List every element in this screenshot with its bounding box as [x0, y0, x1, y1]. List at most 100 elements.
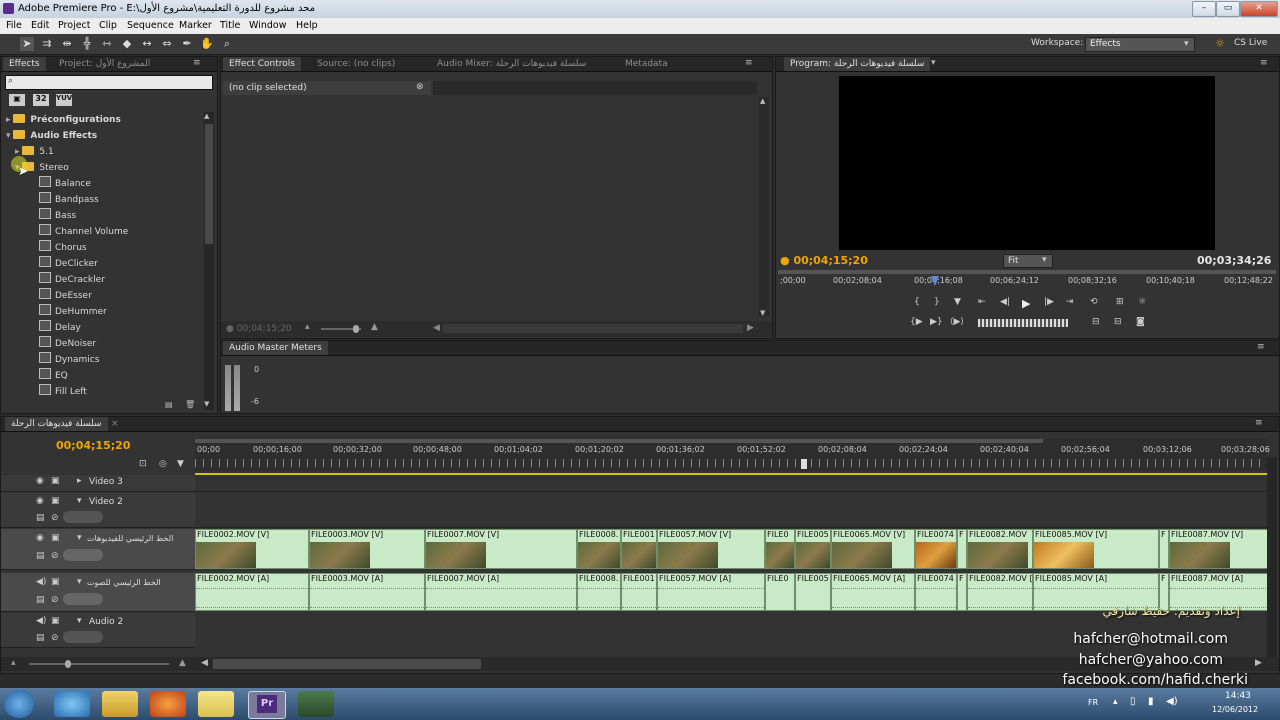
menu-clip[interactable]: Clip — [99, 20, 117, 31]
tree-item-effect[interactable]: Chorus — [39, 240, 87, 256]
tree-item-effect[interactable]: Balance — [39, 176, 91, 192]
set-marker-icon[interactable]: ◎ — [159, 459, 167, 469]
speaker-icon[interactable]: ◀) — [36, 616, 46, 626]
keyframe-icon[interactable]: ⊘ — [51, 513, 59, 523]
eye-icon[interactable]: ◉ — [36, 476, 44, 486]
audio-clip[interactable]: FILE0007.MOV [A] — [425, 573, 577, 611]
snap-icon[interactable]: ⊡ — [139, 459, 147, 469]
tab-project[interactable]: Project: المشروع الأول — [53, 57, 156, 71]
video-clip[interactable]: FILE0065.MOV [V] — [831, 529, 915, 569]
battery-icon[interactable]: ▯ — [1130, 696, 1136, 707]
add-marker-icon[interactable]: ▼ — [954, 297, 961, 307]
goto-out-icon[interactable]: ⇥ — [1066, 297, 1074, 307]
tree-item-effect[interactable]: DeNoiser — [39, 336, 96, 352]
tree-item-effect[interactable]: DeClicker — [39, 256, 98, 272]
effect-h-scrollbar[interactable] — [443, 324, 743, 333]
internet-explorer-icon[interactable] — [54, 691, 90, 717]
tab-metadata[interactable]: Metadata — [619, 57, 674, 71]
delete-icon[interactable]: 🗑 — [185, 400, 195, 409]
scroll-left-icon[interactable]: ◀ — [201, 658, 208, 668]
track-area-video2[interactable] — [195, 493, 1267, 528]
tree-item-presets[interactable]: ▸ Préconfigurations — [6, 112, 121, 128]
selection-tool-icon[interactable]: ➤ — [20, 37, 34, 51]
scroll-right-icon[interactable]: ▶ — [747, 323, 754, 333]
jog-shuttle[interactable] — [978, 319, 1068, 327]
menu-marker[interactable]: Marker — [179, 20, 212, 31]
output-icon[interactable]: ☼ — [1138, 297, 1146, 307]
fit-select[interactable]: Fit ▾ — [1003, 254, 1053, 268]
timeline-h-scroll-thumb[interactable] — [213, 659, 481, 669]
effect-controls-scrollbar[interactable]: ▲ ▼ — [759, 97, 769, 317]
sticky-notes-icon[interactable] — [198, 691, 234, 717]
timeline-v-scrollbar[interactable] — [1267, 457, 1277, 657]
program-time-ruler[interactable]: ;00;00 00;02;08;04 00;04;16;08 00;06;24;… — [778, 276, 1276, 292]
panel-menu-icon[interactable]: ≡ — [1255, 418, 1263, 428]
menu-help[interactable]: Help — [296, 20, 318, 31]
rolling-edit-tool-icon[interactable]: ╬ — [80, 37, 94, 51]
menu-project[interactable]: Project — [58, 20, 91, 31]
recorder-icon[interactable] — [298, 691, 334, 717]
menu-window[interactable]: Window — [249, 20, 286, 31]
tree-item-effect[interactable]: EQ — [39, 368, 68, 384]
zoom-slider[interactable] — [321, 325, 361, 333]
video-clip[interactable]: FILE0085.MOV [V] — [1033, 529, 1159, 569]
program-zoom-bar[interactable] — [778, 270, 1276, 274]
timeline-ruler[interactable]: 00;00 00;00;16;00 00;00;32;00 00;00;48;0… — [195, 439, 1270, 471]
play-icon[interactable]: ▶ — [1022, 297, 1030, 310]
work-area-bar[interactable] — [195, 439, 1043, 443]
tree-item-effect[interactable]: Delay — [39, 320, 81, 336]
zoom-slider-thumb[interactable] — [353, 325, 359, 333]
play-in-to-out-icon[interactable]: {▶ — [910, 317, 923, 327]
network-icon[interactable]: ▮ — [1148, 696, 1154, 707]
video-clip[interactable]: FILE0008. — [577, 529, 621, 569]
tab-program[interactable]: Program: سلسلة فيديوهات الرحلة — [784, 57, 931, 71]
new-bin-icon[interactable]: ▤ — [165, 400, 173, 409]
step-forward-icon[interactable]: |▶ — [1044, 297, 1054, 307]
video-clip[interactable]: F — [957, 529, 967, 569]
32bit-effects-button[interactable]: 32 — [33, 94, 49, 106]
keyframe-nav[interactable] — [63, 511, 103, 523]
keyframe-icon[interactable]: ⊘ — [51, 633, 59, 643]
tray-expand-icon[interactable]: ▴ — [1113, 697, 1118, 707]
collapse-track-icon[interactable]: ▾ — [77, 616, 82, 626]
mark-in-icon[interactable]: { — [914, 297, 920, 307]
timeline-timecode[interactable]: 00;04;15;20 — [56, 439, 130, 452]
video-clip[interactable]: FILE005 — [795, 529, 831, 569]
zoom-in-icon[interactable]: ▲ — [179, 658, 186, 668]
cs-live-label[interactable]: CS Live — [1234, 38, 1267, 48]
slip-tool-icon[interactable]: ↔ — [140, 37, 154, 51]
video-clip[interactable]: FILE0003.MOV [V] — [309, 529, 425, 569]
scroll-right-icon[interactable]: ▶ — [1255, 658, 1262, 668]
premiere-taskbar-icon[interactable]: Pr — [248, 691, 286, 719]
scroll-up-icon[interactable]: ▲ — [760, 97, 765, 105]
program-video-display[interactable] — [839, 76, 1215, 250]
marker-icon[interactable]: ▼ — [177, 459, 184, 469]
tree-item-effect[interactable]: DeCrackler — [39, 272, 105, 288]
loop-icon[interactable]: ⟲ — [1090, 297, 1098, 307]
tree-item-effect[interactable]: Bandpass — [39, 192, 99, 208]
lift-icon[interactable]: ⊟ — [1092, 317, 1100, 327]
razor-tool-icon[interactable]: ◆ — [120, 37, 134, 51]
display-style-icon[interactable]: ▤ — [36, 513, 45, 523]
speaker-icon[interactable]: ◀) — [36, 577, 46, 587]
tree-item-effect[interactable]: DeHummer — [39, 304, 107, 320]
volume-icon[interactable]: ◀) — [1166, 696, 1178, 707]
tab-source[interactable]: Source: (no clips) — [311, 57, 401, 71]
scroll-thumb[interactable] — [205, 124, 213, 244]
video-clip[interactable]: FILE0082.MOV — [967, 529, 1033, 569]
mark-out-icon[interactable]: } — [934, 297, 940, 307]
tree-item-audio-effects[interactable]: ▾ Audio Effects — [6, 128, 97, 144]
expand-track-icon[interactable]: ▸ — [77, 476, 82, 486]
zoom-out-icon[interactable]: ▴ — [11, 658, 16, 668]
close-button[interactable]: ✕ — [1240, 1, 1278, 17]
firefox-icon[interactable] — [150, 691, 186, 717]
keyframe-nav[interactable] — [63, 631, 103, 643]
eye-icon[interactable]: ◉ — [36, 533, 44, 543]
display-style-icon[interactable]: ▤ — [36, 633, 45, 643]
slide-tool-icon[interactable]: ⇔ — [160, 37, 174, 51]
audio-clip[interactable]: FILE0002.MOV [A] — [195, 573, 309, 611]
audio-clip[interactable]: FILE0082.MOV [A] — [967, 573, 1033, 611]
video-clip[interactable]: FILE0007.MOV [V] — [425, 529, 577, 569]
tree-item-effect[interactable]: Dynamics — [39, 352, 99, 368]
scroll-left-icon[interactable]: ◀ — [433, 323, 440, 333]
